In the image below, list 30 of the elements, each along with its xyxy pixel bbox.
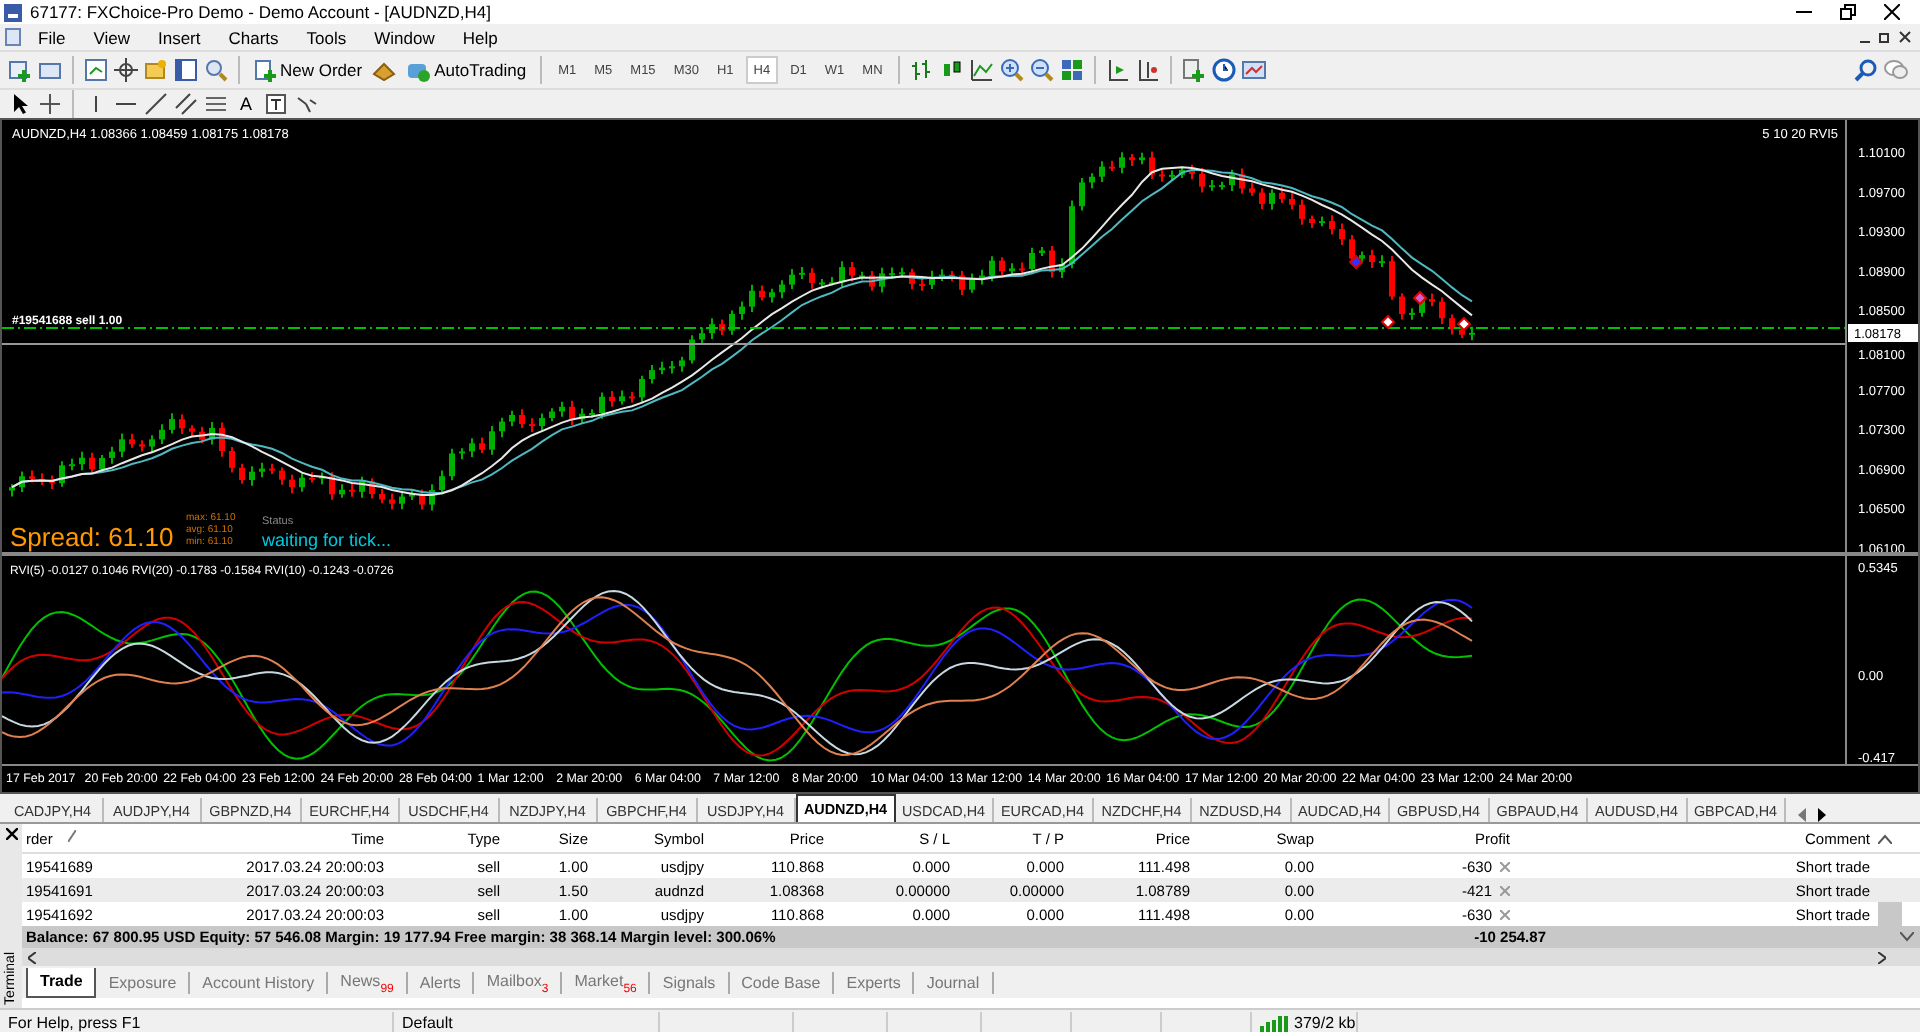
terminal-tab[interactable]: Market$_{56}$ — [562, 971, 651, 993]
auto-trading-button[interactable]: AutoTrading — [402, 54, 531, 86]
new-order-button[interactable]: New Order — [250, 54, 367, 86]
terminal-tab[interactable]: Trade — [26, 967, 97, 997]
count-label: 56 — [623, 983, 637, 995]
menu-item[interactable]: Window — [362, 27, 447, 47]
terminal-tab[interactable]: Alerts — [407, 971, 475, 993]
terminal-tab[interactable]: Signals — [650, 971, 730, 993]
status-text: waiting for tick... — [262, 530, 392, 550]
menu-item[interactable]: File — [26, 27, 78, 47]
count-label: 99 — [380, 983, 394, 995]
menu-item[interactable]: Tools — [294, 27, 359, 47]
terminal-tab[interactable]: Mailbox$_{3}$ — [474, 971, 563, 993]
terminal-tab[interactable]: Account History — [190, 971, 329, 993]
menu-item[interactable]: Charts — [216, 27, 291, 47]
menu-item[interactable]: Help — [450, 27, 510, 47]
terminal-tab[interactable]: Experts — [834, 971, 915, 993]
status-text: For Help, press F1 — [8, 1014, 141, 1032]
traffic-text: 379/2 kb — [1294, 1014, 1356, 1032]
terminal-tab[interactable]: Journal — [914, 971, 994, 993]
terminal-tab[interactable]: Code Base — [729, 971, 835, 993]
spread-label: Spread: 61.10 — [10, 522, 174, 552]
text-tool[interactable]: A — [234, 94, 259, 114]
count-label: 3 — [541, 983, 549, 995]
window-title: 67177: FXChoice-Pro Demo - Demo Account - [AUDNZD,H4] — [30, 2, 494, 22]
menu-item[interactable]: Insert — [145, 27, 213, 47]
terminal-tab[interactable]: News$_{99}$ — [328, 971, 408, 993]
terminal-tab[interactable]: Exposure — [96, 971, 191, 993]
menu-item[interactable]: View — [81, 27, 142, 47]
profile-name: Default — [402, 1014, 453, 1032]
